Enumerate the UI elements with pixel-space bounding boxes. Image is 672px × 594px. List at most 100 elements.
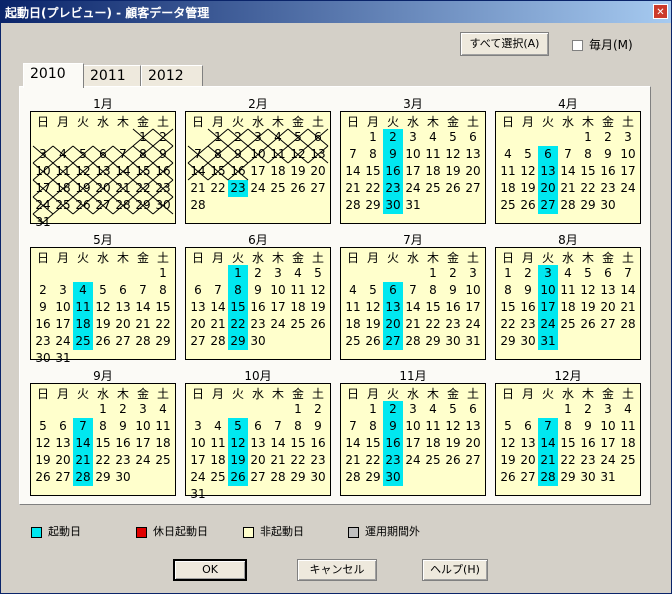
calendar-day[interactable]: 6 <box>53 418 73 435</box>
calendar-day[interactable]: 13 <box>248 435 268 452</box>
calendar-day[interactable]: 26 <box>518 197 538 214</box>
calendar-day[interactable]: 5 <box>498 418 518 435</box>
calendar-day[interactable]: 29 <box>363 469 383 486</box>
calendar-day[interactable]: 9 <box>228 146 248 163</box>
calendar-day[interactable]: 25 <box>558 316 578 333</box>
calendar-day[interactable]: 25 <box>288 316 308 333</box>
tab-2012[interactable]: 2012 <box>141 65 203 87</box>
calendar-day[interactable]: 12 <box>288 146 308 163</box>
calendar-day[interactable]: 21 <box>618 299 638 316</box>
calendar-day[interactable]: 17 <box>268 299 288 316</box>
calendar-day[interactable]: 15 <box>423 299 443 316</box>
calendar-day[interactable]: 12 <box>93 299 113 316</box>
calendar-day[interactable]: 16 <box>443 299 463 316</box>
calendar-day[interactable]: 27 <box>518 469 538 486</box>
calendar-day[interactable]: 20 <box>188 316 208 333</box>
select-all-button[interactable]: すべて選択(A) <box>460 32 549 56</box>
startup-day[interactable]: 23 <box>383 180 403 197</box>
calendar-day[interactable]: 11 <box>423 146 443 163</box>
calendar-day[interactable]: 10 <box>403 146 423 163</box>
calendar-day[interactable]: 15 <box>208 163 228 180</box>
startup-day[interactable]: 7 <box>73 418 93 435</box>
calendar-day[interactable]: 1 <box>288 401 308 418</box>
calendar-day[interactable]: 19 <box>498 452 518 469</box>
calendar-day[interactable]: 23 <box>308 452 328 469</box>
calendar-day[interactable]: 7 <box>403 282 423 299</box>
calendar-day[interactable]: 29 <box>288 469 308 486</box>
calendar-day[interactable]: 18 <box>343 316 363 333</box>
calendar-day[interactable]: 8 <box>133 146 153 163</box>
calendar-day[interactable]: 24 <box>618 180 638 197</box>
startup-day[interactable]: 12 <box>228 435 248 452</box>
calendar-day[interactable]: 16 <box>578 435 598 452</box>
calendar-day[interactable]: 11 <box>288 282 308 299</box>
calendar-day[interactable]: 22 <box>363 452 383 469</box>
calendar-day[interactable]: 14 <box>618 282 638 299</box>
calendar-day[interactable]: 7 <box>208 282 228 299</box>
calendar-day[interactable]: 23 <box>113 452 133 469</box>
startup-day[interactable]: 27 <box>538 197 558 214</box>
calendar-day[interactable]: 6 <box>598 265 618 282</box>
calendar-day[interactable]: 18 <box>423 163 443 180</box>
startup-day[interactable]: 6 <box>538 146 558 163</box>
calendar-day[interactable]: 5 <box>308 265 328 282</box>
calendar-day[interactable]: 29 <box>153 333 173 350</box>
calendar-day[interactable]: 7 <box>268 418 288 435</box>
calendar-day[interactable]: 25 <box>618 452 638 469</box>
calendar-day[interactable]: 29 <box>578 197 598 214</box>
startup-day[interactable]: 24 <box>538 316 558 333</box>
calendar-day[interactable]: 15 <box>93 435 113 452</box>
calendar-day[interactable]: 5 <box>288 129 308 146</box>
calendar-day[interactable]: 19 <box>578 299 598 316</box>
calendar-day[interactable]: 29 <box>423 333 443 350</box>
calendar-day[interactable]: 30 <box>578 469 598 486</box>
calendar-day[interactable]: 26 <box>308 316 328 333</box>
calendar-day[interactable]: 11 <box>423 418 443 435</box>
calendar-day[interactable]: 9 <box>518 282 538 299</box>
startup-day[interactable]: 2 <box>383 401 403 418</box>
calendar-day[interactable]: 31 <box>598 469 618 486</box>
calendar-day[interactable]: 14 <box>268 435 288 452</box>
calendar-day[interactable]: 17 <box>188 452 208 469</box>
calendar-day[interactable]: 27 <box>308 180 328 197</box>
calendar-day[interactable]: 2 <box>598 129 618 146</box>
startup-day[interactable]: 22 <box>228 316 248 333</box>
calendar-day[interactable]: 14 <box>208 299 228 316</box>
calendar-day[interactable]: 11 <box>498 163 518 180</box>
calendar-day[interactable]: 31 <box>188 486 208 503</box>
calendar-day[interactable]: 24 <box>598 452 618 469</box>
calendar-day[interactable]: 4 <box>423 401 443 418</box>
calendar-day[interactable]: 28 <box>618 316 638 333</box>
calendar-day[interactable]: 15 <box>498 299 518 316</box>
calendar-day[interactable]: 3 <box>403 401 423 418</box>
calendar-day[interactable]: 13 <box>518 435 538 452</box>
calendar-day[interactable]: 13 <box>53 435 73 452</box>
calendar-day[interactable]: 12 <box>498 435 518 452</box>
calendar-day[interactable]: 21 <box>113 180 133 197</box>
calendar-day[interactable]: 20 <box>113 316 133 333</box>
calendar-day[interactable]: 28 <box>343 197 363 214</box>
calendar-day[interactable]: 7 <box>188 146 208 163</box>
calendar-day[interactable]: 23 <box>33 333 53 350</box>
calendar-day[interactable]: 12 <box>443 418 463 435</box>
calendar-day[interactable]: 1 <box>423 265 443 282</box>
calendar-day[interactable]: 28 <box>343 469 363 486</box>
startup-day[interactable]: 27 <box>383 333 403 350</box>
startup-day[interactable]: 30 <box>383 197 403 214</box>
calendar-day[interactable]: 13 <box>93 163 113 180</box>
calendar-day[interactable]: 29 <box>363 197 383 214</box>
calendar-day[interactable]: 10 <box>133 418 153 435</box>
calendar-day[interactable]: 11 <box>558 282 578 299</box>
calendar-day[interactable]: 24 <box>133 452 153 469</box>
calendar-day[interactable]: 4 <box>53 146 73 163</box>
calendar-day[interactable]: 20 <box>93 180 113 197</box>
calendar-day[interactable]: 22 <box>288 452 308 469</box>
calendar-day[interactable]: 9 <box>308 418 328 435</box>
calendar-day[interactable]: 15 <box>363 435 383 452</box>
startup-day[interactable]: 17 <box>538 299 558 316</box>
calendar-day[interactable]: 12 <box>33 435 53 452</box>
calendar-day[interactable]: 10 <box>403 418 423 435</box>
calendar-day[interactable]: 10 <box>618 146 638 163</box>
startup-day[interactable]: 7 <box>538 418 558 435</box>
calendar-day[interactable]: 28 <box>268 469 288 486</box>
